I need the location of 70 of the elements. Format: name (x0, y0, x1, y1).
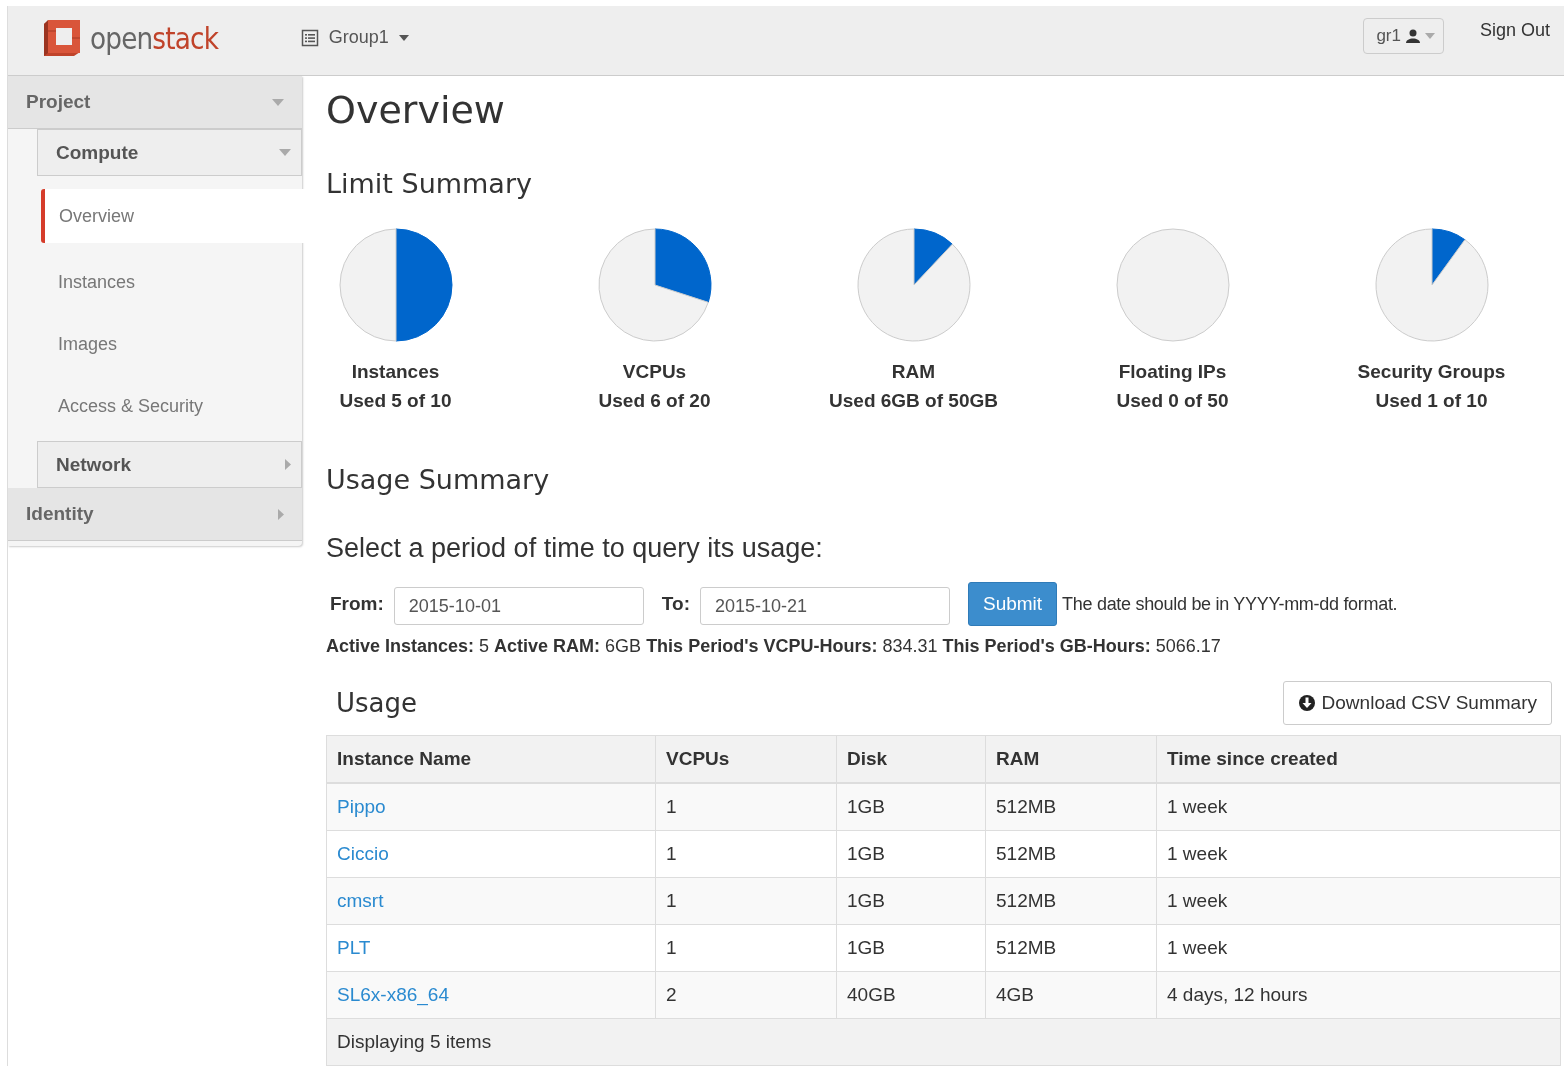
table-cell: 1 (655, 830, 837, 878)
download-icon (1297, 694, 1316, 712)
instance-link[interactable]: Pippo (337, 796, 386, 817)
chart-label: Instances (351, 361, 440, 383)
project-menu[interactable]: Group1 (300, 27, 409, 48)
column-header: RAM (985, 735, 1157, 783)
list-icon (300, 28, 319, 47)
instance-link[interactable]: SL6x-x86_64 (337, 984, 449, 1005)
chart-label: RAM (891, 361, 936, 383)
user-icon (1405, 28, 1420, 43)
table-cell: 1GB (836, 783, 986, 831)
table-cell: 1 week (1156, 830, 1561, 878)
table-cell: 40GB (836, 971, 986, 1019)
chart-label: Security Groups (1357, 361, 1506, 383)
page-title: Overview (326, 88, 506, 132)
usage-text: Used 6 of 20 (598, 390, 711, 412)
table-cell: 512MB (985, 924, 1157, 972)
column-header: Disk (836, 735, 986, 783)
table-cell: 1 week (1156, 783, 1561, 831)
usage-text: Used 6GB of 50GB (829, 390, 998, 412)
sign-out-link[interactable]: Sign Out (1479, 20, 1550, 41)
sidebar-group[interactable]: Compute (37, 129, 302, 176)
from-date-field[interactable]: 2015-10-01 (393, 587, 644, 625)
instance-link[interactable]: Ciccio (337, 843, 389, 864)
section-title: Usage (336, 688, 417, 718)
usage-text: Used 0 of 50 (1116, 390, 1229, 412)
chart-label: Floating IPs (1118, 361, 1227, 383)
table-cell: 1GB (836, 877, 986, 925)
table-cell: 2 (655, 971, 837, 1019)
table-cell: 1 (655, 783, 837, 831)
table-cell: 1 (655, 924, 837, 972)
submit-button[interactable]: Submit (967, 582, 1058, 626)
sidebar-item[interactable]: Instances (41, 251, 302, 313)
user-menu[interactable]: gr1 (1363, 17, 1444, 54)
table-cell: 4 days, 12 hours (1156, 971, 1561, 1019)
table-cell: 1GB (836, 830, 986, 878)
table-cell: 1GB (836, 924, 986, 972)
caret-icon (1424, 32, 1435, 39)
stats-text: Active Instances: 5 Active RAM: 6GB This Period's VCPU-Hours: 834.31 This Period's GB-Hours: 5066.17 (326, 636, 1222, 657)
table-cell: 1 (655, 877, 837, 925)
from-label: From: (330, 593, 384, 615)
caret-icon (398, 34, 409, 41)
instance-link[interactable]: cmsrt (337, 890, 384, 911)
usage-text: Used 1 of 10 (1375, 390, 1488, 412)
section-title: Usage Summary (326, 464, 551, 495)
usage-text: Used 5 of 10 (339, 390, 452, 412)
table-cell: 4GB (985, 971, 1157, 1019)
sidebar-section[interactable]: Project (8, 76, 302, 129)
to-label: To: (661, 593, 690, 615)
sidebar-group[interactable]: Network (37, 441, 302, 488)
column-header: VCPUs (655, 735, 837, 783)
table-cell: 512MB (985, 783, 1157, 831)
table-footer: Displaying 5 items (326, 1018, 1561, 1066)
table-cell: 1 week (1156, 924, 1561, 972)
instance-link[interactable]: PLT (337, 937, 371, 958)
sidebar-item[interactable]: Images (41, 313, 302, 375)
sidebar-section[interactable]: Identity (8, 488, 302, 541)
download-button[interactable]: Download CSV Summary (1282, 681, 1552, 725)
hint-text: The date should be in YYYY-mm-dd format. (1062, 593, 1398, 615)
chart-label: VCPUs (622, 361, 687, 383)
section-title: Limit Summary (326, 168, 533, 199)
prompt-text: Select a period of time to query its usage: (326, 533, 824, 564)
column-header: Instance Name (326, 735, 656, 783)
table-cell: 1 week (1156, 877, 1561, 925)
sidebar-item[interactable]: Access & Security (41, 375, 302, 437)
logo-text: openstack (90, 19, 219, 56)
column-header: Time since created (1156, 735, 1561, 783)
table-cell: 512MB (985, 877, 1157, 925)
to-date-field[interactable]: 2015-10-21 (699, 587, 950, 625)
table-cell: 512MB (985, 830, 1157, 878)
